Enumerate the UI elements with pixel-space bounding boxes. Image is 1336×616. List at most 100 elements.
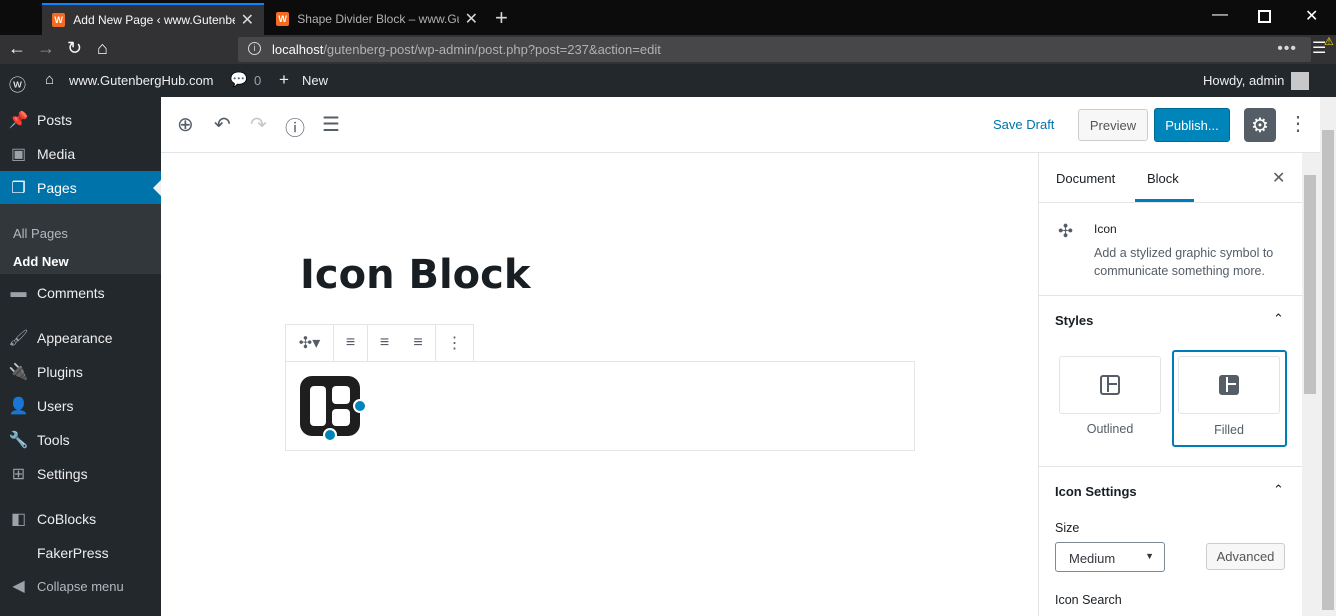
sidebar-item-posts[interactable]: 📌 Posts [0, 103, 161, 137]
filled-style-icon [1219, 375, 1239, 395]
wp-admin-bar: ⓦ ⌂ www.GutenbergHub.com 💬 0 + New Howdy… [0, 64, 1336, 97]
sidebar-item-label: CoBlocks [37, 511, 97, 527]
save-draft-button[interactable]: Save Draft [993, 117, 1054, 132]
submenu-all-pages[interactable]: All Pages [13, 226, 68, 241]
sidebar-item-label: FakerPress [37, 545, 109, 561]
home-icon[interactable]: ⌂ [97, 38, 108, 59]
align-center-icon[interactable]: ≡ [368, 325, 401, 361]
minimize-icon[interactable]: — [1212, 6, 1228, 24]
panel-scrollbar-thumb[interactable] [1304, 175, 1316, 394]
sidebar-item-label: Plugins [37, 364, 83, 380]
block-description: Add a stylized graphic symbol to communi… [1094, 246, 1274, 278]
collapse-icon: ◀ [12, 578, 25, 595]
settings-gear-icon[interactable]: ⚙ [1244, 108, 1276, 142]
media-icon: ▣ [10, 146, 27, 163]
reload-icon[interactable]: ↻ [67, 38, 82, 59]
block-toolbar: ✣▾ ≡ ≡ ≡ ⋮ [285, 324, 474, 362]
more-options-icon[interactable]: ⋮ [1288, 111, 1308, 136]
icon-block-icon: ✣ [1058, 221, 1074, 241]
icon-search-label: Icon Search [1055, 593, 1122, 607]
icon-block[interactable] [285, 361, 915, 451]
align-left-icon[interactable]: ≡ [334, 325, 368, 361]
icon-settings-section-title[interactable]: Icon Settings [1055, 484, 1137, 499]
editor-toolbar: ⊕ ↶ ↷ ⓘ ☰ Save Draft Preview Publish... … [161, 97, 1320, 153]
resize-handle[interactable] [323, 428, 337, 442]
sidebar-item-users[interactable]: 👤 Users [0, 389, 161, 423]
editor-canvas: Icon Block ✣▾ ≡ ≡ ≡ ⋮ [161, 153, 1038, 616]
avatar[interactable] [1291, 72, 1309, 90]
size-select[interactable]: Medium ▼ [1055, 542, 1165, 572]
browser-nav-bar: ← → ↻ ⌂ i localhost/gutenberg-post/wp-ad… [0, 35, 1336, 64]
sidebar-item-appearance[interactable]: 🖌 Appearance [0, 321, 161, 355]
redo-icon[interactable]: ↷ [250, 112, 267, 137]
browser-tab-title: Add New Page ‹ www.Gutenbe [73, 13, 235, 27]
sidebar-item-plugins[interactable]: 🔌 Plugins [0, 355, 161, 389]
outlined-style-icon [1100, 375, 1120, 395]
style-label: Filled [1214, 423, 1244, 437]
page-actions-icon[interactable]: ••• [1277, 40, 1297, 58]
browser-tab[interactable]: W Shape Divider Block – www.Gut ✕ [266, 3, 488, 35]
tab-block[interactable]: Block [1147, 171, 1179, 186]
advanced-button[interactable]: Advanced [1206, 543, 1285, 570]
tab-document[interactable]: Document [1056, 171, 1115, 186]
styles-section-title[interactable]: Styles [1055, 313, 1093, 328]
maximize-icon[interactable] [1258, 10, 1271, 23]
back-icon[interactable]: ← [8, 38, 26, 59]
style-filled[interactable]: Filled [1172, 350, 1287, 447]
comment-icon[interactable]: 💬 [230, 71, 247, 88]
undo-icon[interactable]: ↶ [214, 112, 231, 137]
sidebar-item-pages[interactable]: ❐ Pages [0, 171, 161, 205]
style-outlined[interactable]: Outlined [1059, 356, 1163, 446]
comments-count[interactable]: 0 [254, 73, 261, 88]
chevron-up-icon[interactable]: ⌃ [1273, 482, 1284, 498]
block-navigation-icon[interactable]: ☰ [322, 112, 340, 137]
sidebar-item-media[interactable]: ▣ Media [0, 137, 161, 171]
chevron-down-icon: ▼ [1145, 551, 1154, 561]
sidebar-item-fakerpress[interactable]: FakerPress [0, 536, 161, 570]
sidebar-item-label: Tools [37, 432, 70, 448]
new-tab-icon[interactable]: + [495, 5, 508, 31]
collapse-menu-button[interactable]: ◀ Collapse menu [0, 569, 161, 603]
submenu-add-new[interactable]: Add New [13, 254, 69, 269]
chevron-up-icon[interactable]: ⌃ [1273, 311, 1284, 327]
settings-icon: ⊞ [11, 466, 26, 483]
coblocks-icon[interactable] [300, 376, 360, 436]
sidebar-item-comments[interactable]: ▬ Comments [0, 276, 161, 310]
wordpress-favicon-icon: W [276, 12, 290, 26]
align-right-icon[interactable]: ≡ [401, 325, 436, 361]
close-tab-icon[interactable]: ✕ [241, 10, 254, 30]
site-name-link[interactable]: www.GutenbergHub.com [69, 73, 214, 88]
sidebar-item-label: Media [37, 146, 76, 162]
sidebar-item-tools[interactable]: 🔧 Tools [0, 423, 161, 457]
size-label: Size [1055, 521, 1080, 535]
publish-button[interactable]: Publish... [1154, 108, 1230, 142]
block-switcher-icon[interactable]: ✣▾ [286, 325, 334, 361]
close-window-icon[interactable]: ✕ [1305, 6, 1318, 26]
block-name: Icon [1094, 222, 1117, 236]
resize-handle[interactable] [353, 399, 367, 413]
block-more-options-icon[interactable]: ⋮ [436, 325, 473, 361]
close-tab-icon[interactable]: ✕ [465, 9, 478, 29]
forward-icon[interactable]: → [37, 38, 55, 59]
sidebar-item-coblocks[interactable]: ◧ CoBlocks [0, 502, 161, 536]
url-bar[interactable]: i localhost/gutenberg-post/wp-admin/post… [238, 37, 1311, 62]
post-title[interactable]: Icon Block [300, 252, 530, 298]
admin-sidebar: 📌 Posts ▣ Media ❐ Pages All Pages Add New ▬… [0, 97, 161, 616]
info-icon[interactable]: i [248, 42, 261, 55]
pages-submenu: All Pages Add New [0, 204, 161, 274]
preview-button[interactable]: Preview [1078, 109, 1148, 141]
howdy-link[interactable]: Howdy, admin [1203, 73, 1284, 88]
close-icon[interactable]: ✕ [1272, 168, 1285, 188]
wordpress-logo-icon[interactable]: ⓦ [9, 71, 26, 96]
page-scrollbar-thumb[interactable] [1322, 130, 1334, 610]
url-host: localhost [272, 42, 324, 57]
browser-tab-active[interactable]: W Add New Page ‹ www.Gutenbe ✕ [42, 3, 264, 35]
new-content-link[interactable]: New [302, 73, 328, 88]
add-block-icon[interactable]: ⊕ [177, 112, 194, 137]
warning-icon: ⚠ [1324, 36, 1334, 48]
pin-icon: 📌 [8, 112, 29, 129]
sidebar-item-settings[interactable]: ⊞ Settings [0, 457, 161, 491]
settings-sidebar: Document Block ✕ ✣ Icon Add a stylized g… [1038, 153, 1303, 616]
wrench-icon: 🔧 [8, 432, 29, 449]
info-icon[interactable]: ⓘ [285, 112, 305, 141]
